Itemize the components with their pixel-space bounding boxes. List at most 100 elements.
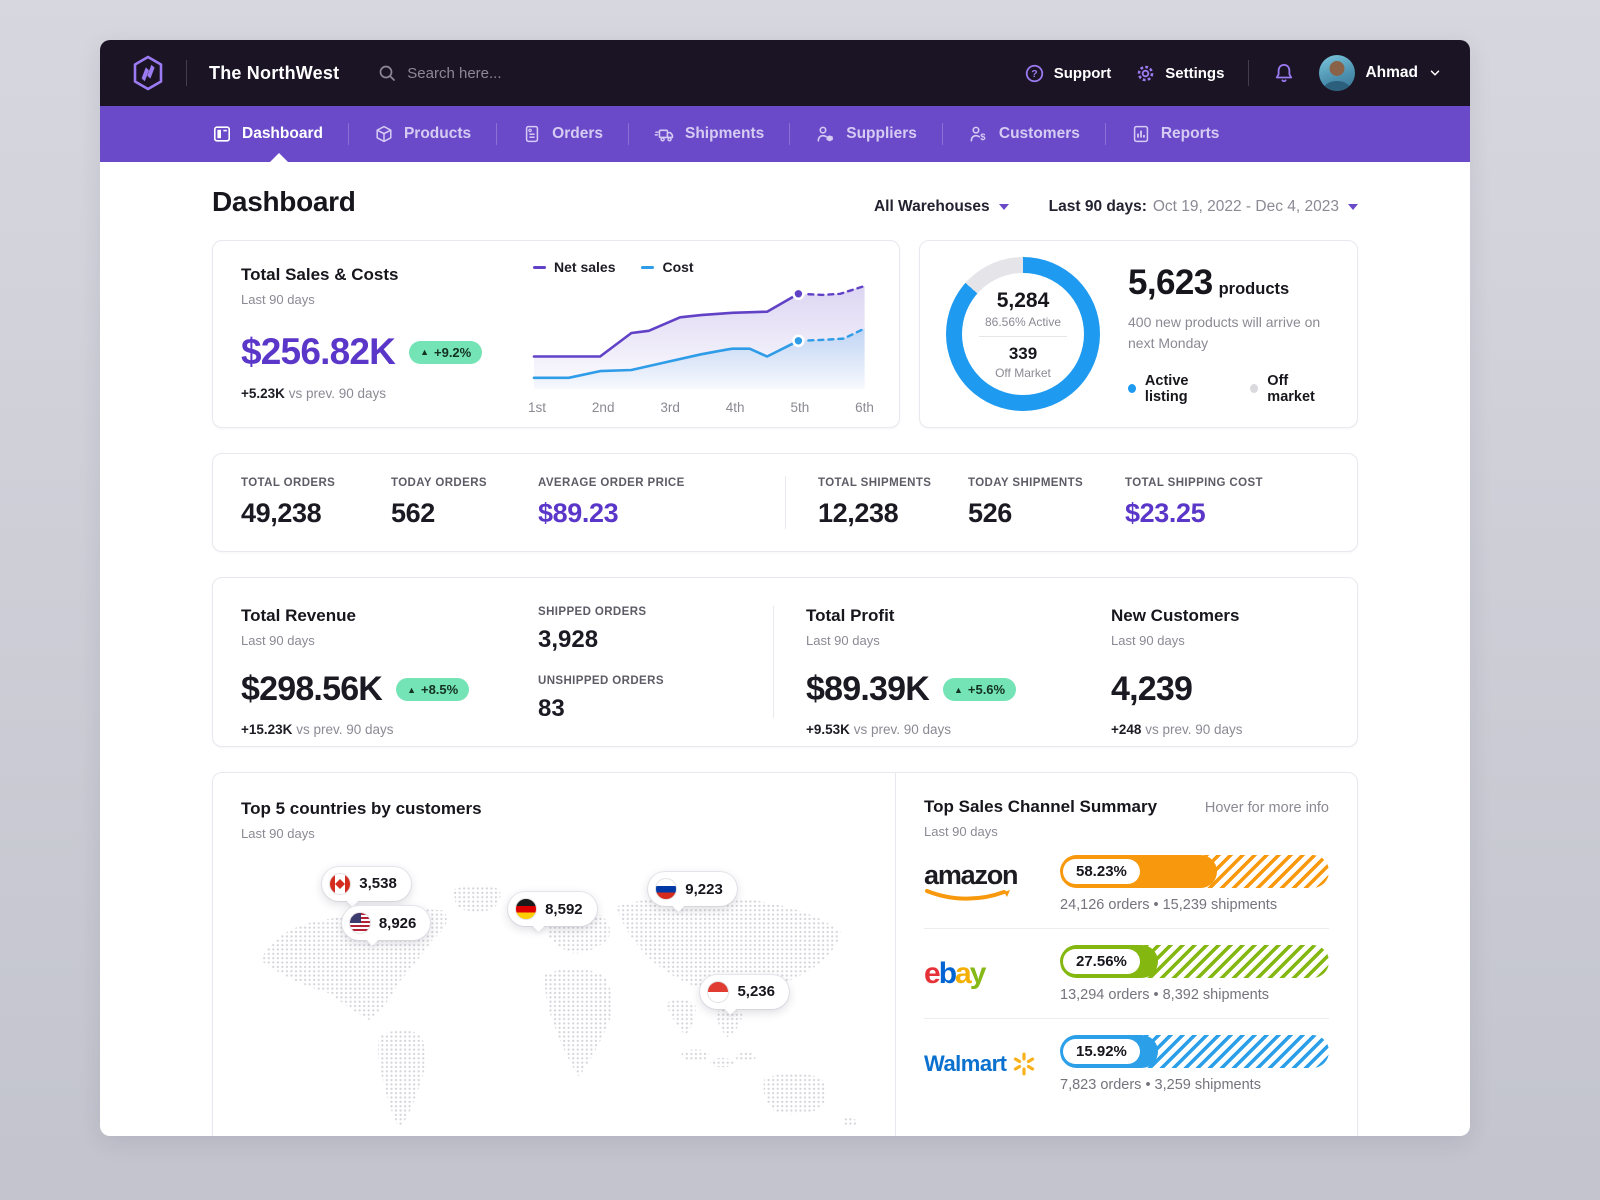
channel-bar[interactable]: 58.23% (1060, 855, 1329, 888)
channel-row-ebay: ebay 27.56% 13,294 orders • 8,392 shipme… (924, 928, 1329, 1018)
sales-chart: Net sales Cost 1st 2nd 3rd (527, 257, 875, 415)
nav-label: Suppliers (846, 125, 917, 143)
products-donut-chart: 5,284 86.56% Active 339 Off Market (946, 257, 1100, 411)
sales-value: $256.82K (241, 331, 395, 373)
user-menu[interactable]: Ahmad (1319, 55, 1442, 91)
active-dot-icon (1128, 384, 1136, 393)
legend-cost: Cost (641, 259, 693, 275)
nav-item-customers[interactable]: $ Customers (943, 106, 1105, 162)
country-badge-canada: 3,538 (322, 867, 411, 901)
brand-name: The NorthWest (209, 63, 339, 84)
nav-item-dashboard[interactable]: Dashboard (210, 106, 348, 162)
invoice-icon (522, 124, 542, 144)
x-tick: 1st (528, 400, 546, 415)
channel-stats: 7,823 orders • 3,259 shipments (1060, 1077, 1329, 1093)
svg-text:$: $ (980, 132, 986, 143)
stat-total-shipments: TOTAL SHIPMENTS 12,238 (818, 477, 968, 529)
profit-change-badge: ▲+5.6% (943, 678, 1016, 701)
x-tick: 3rd (660, 400, 680, 415)
truck-icon (654, 124, 675, 145)
world-map: 3,538 8,926 8,592 9,223 (231, 861, 883, 1136)
revenue-divider (773, 606, 774, 718)
russia-flag-icon (655, 878, 677, 900)
sales-channel-section: Top Sales Channel Summary Hover for more… (895, 773, 1357, 1136)
active-count: 5,284 (997, 289, 1050, 313)
supplier-person-box-icon (815, 124, 836, 145)
top-bar-right: ? Support Settings Ahmad (1024, 55, 1442, 91)
settings-button[interactable]: Settings (1135, 63, 1224, 84)
stats-divider (785, 476, 786, 529)
bar-fill: 58.23% (1060, 855, 1217, 888)
channel-bar[interactable]: 27.56% (1060, 945, 1329, 978)
channel-row-walmart: Walmart (924, 1018, 1329, 1108)
user-name: Ahmad (1365, 64, 1418, 82)
products-info: 5,623products 400 new products will arri… (1128, 263, 1331, 405)
channel-stats: 24,126 orders • 15,239 shipments (1060, 897, 1329, 913)
support-label: Support (1054, 65, 1112, 82)
profit-delta: +9.53K vs prev. 90 days (806, 722, 1111, 737)
channel-row-amazon: amazon 58.23% 24,126 or (924, 839, 1329, 928)
germany-flag-icon (515, 898, 537, 920)
revenue-profit-card: Total Revenue Last 90 days $298.56K ▲+8.… (212, 577, 1358, 747)
top-bar-divider (1248, 60, 1249, 86)
x-tick: 5th (790, 400, 809, 415)
brand-logo-icon (128, 53, 168, 93)
search-box (377, 63, 617, 83)
stats-summary-card: TOTAL ORDERS 49,238 TODAY ORDERS 562 AVE… (212, 453, 1358, 552)
nav-item-suppliers[interactable]: Suppliers (790, 106, 942, 162)
nav-item-products[interactable]: Products (349, 106, 496, 162)
svg-text:?: ? (1031, 68, 1037, 80)
notifications-bell-icon[interactable] (1273, 62, 1295, 84)
stat-total-shipping-cost: TOTAL SHIPPING COST $23.25 (1125, 477, 1329, 529)
x-tick: 6th (855, 400, 874, 415)
nav-item-shipments[interactable]: Shipments (629, 106, 789, 162)
chart-legend: Net sales Cost (533, 259, 875, 275)
indonesia-flag-icon (707, 981, 729, 1003)
channel-bar[interactable]: 15.92% (1060, 1035, 1329, 1068)
ebay-logo: ebay (924, 959, 1060, 989)
canada-flag-icon (329, 873, 351, 895)
products-note: 400 new products will arrive on next Mon… (1128, 312, 1331, 353)
customer-dollar-icon: $ (968, 124, 989, 145)
page-title: Dashboard (212, 186, 356, 218)
products-legend: Active listing Off market (1128, 373, 1331, 405)
page-content: Dashboard All Warehouses Last 90 days: O… (100, 162, 1470, 1136)
app-window: The NorthWest ? Support Sett (100, 40, 1470, 1136)
caret-down-icon (1348, 204, 1358, 210)
walmart-logo: Walmart (924, 1051, 1060, 1077)
top-bar: The NorthWest ? Support Sett (100, 40, 1470, 106)
nav-label: Products (404, 125, 471, 143)
support-button[interactable]: ? Support (1024, 63, 1112, 84)
warehouse-filter-dropdown[interactable]: All Warehouses (874, 198, 1009, 216)
nav-item-reports[interactable]: Reports (1106, 106, 1245, 162)
amazon-smile-icon (924, 889, 1012, 902)
settings-label: Settings (1165, 65, 1224, 82)
revenue-value: $298.56K (241, 670, 382, 709)
dashboard-icon (212, 124, 232, 144)
date-range-dropdown[interactable]: Last 90 days: Oct 19, 2022 - Dec 4, 2023 (1049, 198, 1358, 216)
sales-change-badge: ▲+9.2% (409, 341, 482, 364)
box-icon (374, 124, 394, 144)
donut-divider (979, 336, 1067, 337)
percent-pill: 27.56% (1063, 949, 1140, 974)
help-icon: ? (1024, 63, 1045, 84)
new-customers-value: 4,239 (1111, 670, 1192, 709)
nav-item-orders[interactable]: Orders (497, 106, 628, 162)
search-icon (377, 63, 397, 83)
total-sales-costs-card: Total Sales & Costs Last 90 days $256.82… (212, 240, 900, 428)
nav-label: Dashboard (242, 125, 323, 143)
percent-pill: 58.23% (1063, 859, 1140, 884)
x-tick: 4th (726, 400, 745, 415)
search-input[interactable] (407, 65, 617, 82)
legend-off-market: Off market (1250, 373, 1331, 405)
country-badge-russia: 9,223 (648, 872, 737, 906)
up-arrow-icon: ▲ (420, 347, 429, 357)
x-tick: 2nd (592, 400, 615, 415)
page-header: Dashboard All Warehouses Last 90 days: O… (212, 186, 1358, 218)
date-range-label: Last 90 days: (1049, 198, 1147, 216)
stat-average-order-price: AVERAGE ORDER PRICE $89.23 (538, 477, 785, 529)
page-controls: All Warehouses Last 90 days: Oct 19, 202… (874, 198, 1358, 216)
total-revenue-block: Total Revenue Last 90 days $298.56K ▲+8.… (241, 606, 538, 718)
nav-label: Customers (999, 125, 1080, 143)
report-chart-icon (1131, 124, 1151, 144)
